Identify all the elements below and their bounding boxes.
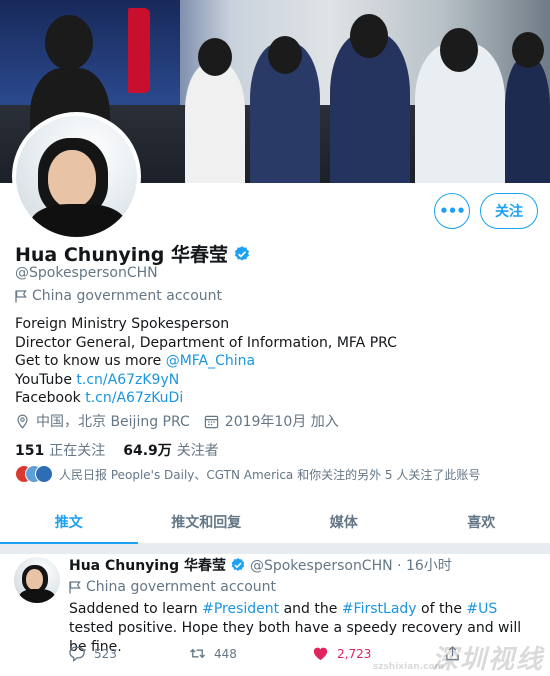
- tweet-handle-time[interactable]: @SpokespersonCHN · 16小时: [250, 555, 452, 575]
- bio-line: Foreign Ministry Spokesperson: [15, 316, 230, 332]
- avatar-face: [48, 150, 96, 208]
- flag-icon: [15, 289, 27, 302]
- banner-person-head: [268, 36, 302, 74]
- hashtag-link[interactable]: #President: [202, 601, 279, 617]
- tweet-avatar[interactable]: [14, 557, 60, 603]
- avatar-face: [26, 569, 43, 590]
- tweet-header: Hua Chunying 华春莹 @SpokespersonCHN · 16小时: [69, 555, 452, 575]
- banner-person-head: [198, 38, 232, 76]
- facebook-link[interactable]: t.cn/A67zKuDi: [85, 390, 183, 406]
- banner-person-head: [45, 15, 93, 70]
- mention-link[interactable]: @MFA_China: [166, 353, 255, 369]
- follower-avatars: [15, 465, 53, 483]
- retweet-icon: [189, 648, 206, 659]
- tab-media[interactable]: 媒体: [275, 500, 413, 543]
- profile-avatar-image: [16, 116, 137, 237]
- government-account-text: China government account: [32, 288, 223, 304]
- hashtag-link[interactable]: #US: [466, 601, 497, 617]
- avatar-body: [30, 204, 126, 237]
- watermark-sub: szshixian.com: [372, 662, 444, 672]
- profile-name: Hua Chunying 华春莹: [15, 240, 251, 267]
- tab-tweets[interactable]: 推文: [0, 500, 138, 544]
- follower-avatar: [35, 465, 53, 483]
- youtube-link[interactable]: t.cn/A67zK9yN: [76, 372, 179, 388]
- verified-badge-icon: [231, 558, 245, 571]
- followers-count: 64.9万: [123, 443, 172, 459]
- banner-person-head: [512, 32, 544, 68]
- followers-you-know[interactable]: 人民日报 People's Daily、CGTN America 和你关注的另外…: [15, 465, 480, 483]
- avatar-body: [19, 589, 55, 603]
- followers-label: 关注者: [176, 443, 219, 459]
- bio-text: Facebook: [15, 390, 86, 406]
- government-account-text: China government account: [86, 579, 277, 595]
- verified-badge-icon: [234, 245, 250, 261]
- location-pin-icon: [17, 414, 28, 429]
- more-options-button[interactable]: •••: [434, 193, 470, 229]
- watermark: szshixian.com 深圳视线: [373, 639, 544, 676]
- bio-line: Facebook t.cn/A67zKuDi: [15, 389, 397, 408]
- tweet-text-span: of the: [416, 601, 467, 617]
- reply-button[interactable]: 523: [69, 645, 117, 662]
- profile-bio: Foreign Ministry Spokesperson Director G…: [15, 315, 397, 408]
- bio-line: Director General, Department of Informat…: [15, 334, 397, 351]
- reply-count: 523: [94, 646, 117, 661]
- following-label: 正在关注: [49, 443, 106, 459]
- joined-date-text: 2019年10月 加入: [224, 414, 339, 430]
- following-stat[interactable]: 151 正在关注: [15, 440, 105, 460]
- profile-name-text: Hua Chunying 华春莹: [15, 244, 229, 266]
- tweet-text-span: and the: [279, 601, 342, 617]
- profile-tabs: 推文 推文和回复 媒体 喜欢: [0, 500, 550, 544]
- followers-you-know-text: 人民日报 People's Daily、CGTN America 和你关注的另外…: [59, 467, 481, 482]
- bio-line: YouTube t.cn/A67zK9yN: [15, 371, 397, 390]
- retweet-count: 448: [214, 646, 237, 661]
- reply-icon: [69, 646, 85, 662]
- watermark-text: 深圳视线: [431, 645, 544, 675]
- bio-text: YouTube: [15, 371, 77, 388]
- heart-icon: [313, 647, 328, 661]
- banner-flag: [128, 8, 150, 93]
- banner-person: [185, 63, 245, 183]
- bio-text: Get to know us more: [15, 353, 166, 369]
- like-count: 2,723: [337, 646, 372, 661]
- hashtag-link[interactable]: #FirstLady: [342, 601, 417, 617]
- tab-tweets-and-replies[interactable]: 推文和回复: [138, 500, 276, 543]
- tweet-text-span: Saddened to learn: [69, 601, 203, 617]
- followers-stat[interactable]: 64.9万 关注者: [123, 440, 219, 460]
- bio-line: Get to know us more @MFA_China: [15, 352, 397, 371]
- retweet-button[interactable]: 448: [189, 645, 237, 662]
- profile-meta: 中国，北京 Beijing PRC 2019年10月 加入: [15, 411, 339, 431]
- government-account-label: China government account: [15, 288, 222, 304]
- banner-person: [505, 58, 550, 183]
- profile-stats: 151 正在关注 64.9万 关注者: [15, 440, 219, 460]
- banner-person-head: [440, 28, 478, 72]
- follow-button[interactable]: 关注: [480, 193, 538, 229]
- location-text: 中国，北京 Beijing PRC: [36, 414, 190, 430]
- flag-icon: [69, 580, 81, 593]
- tab-likes[interactable]: 喜欢: [413, 500, 550, 543]
- following-count: 151: [15, 443, 45, 459]
- section-divider: [0, 544, 550, 554]
- profile-handle: @SpokespersonCHN: [15, 265, 158, 281]
- banner-person-head: [350, 14, 388, 58]
- like-button[interactable]: 2,723: [312, 645, 371, 662]
- tweet-government-label: China government account: [69, 579, 276, 595]
- profile-avatar[interactable]: [12, 112, 141, 241]
- calendar-icon: [204, 415, 218, 428]
- tweet-author-name[interactable]: Hua Chunying 华春莹: [69, 555, 226, 575]
